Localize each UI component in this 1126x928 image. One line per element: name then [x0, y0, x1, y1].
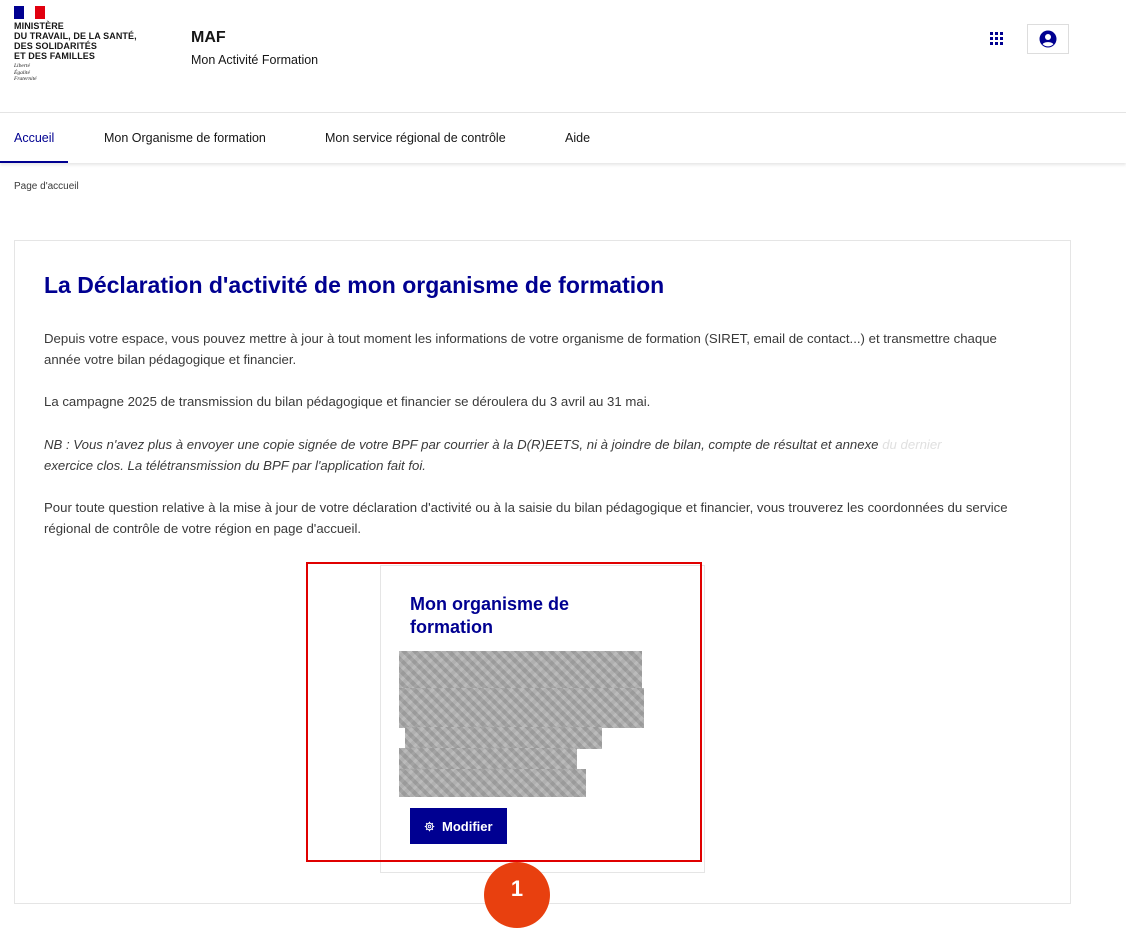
nav-item-accueil[interactable]: Accueil: [0, 113, 69, 163]
marianne-flag-icon: [14, 6, 45, 19]
modify-button[interactable]: Modifier: [410, 808, 507, 844]
step-number: 1: [510, 876, 524, 901]
service-brand[interactable]: MAF Mon Activité Formation: [191, 29, 318, 67]
nb-text-continued: exercice clos. La télétransmission du BP…: [44, 458, 426, 473]
step-badge: 1: [484, 862, 550, 928]
redacted-info: [399, 769, 586, 797]
modify-button-label: Modifier: [442, 818, 493, 834]
site-header: MINISTÈRE DU TRAVAIL, DE LA SANTÉ, DES S…: [0, 0, 1126, 113]
redacted-info: [399, 651, 642, 689]
user-account-icon: [1039, 30, 1057, 48]
redacted-info: [399, 688, 644, 728]
organisme-tile: Mon organisme de formation Modifier: [380, 565, 705, 873]
main-navigation: Accueil Mon Organisme de formation Mon s…: [0, 113, 1126, 163]
nb-paragraph: NB : Vous n'avez plus à envoyer une copi…: [44, 434, 1034, 476]
page-title: La Déclaration d'activité de mon organis…: [44, 272, 665, 298]
intro-paragraph: Depuis votre espace, vous pouvez mettre …: [44, 331, 997, 367]
nav-item-service-regional[interactable]: Mon service régional de contrôle: [325, 113, 506, 163]
service-title: MAF: [191, 29, 226, 46]
ministry-logo[interactable]: MINISTÈRE DU TRAVAIL, DE LA SANTÉ, DES S…: [14, 6, 154, 96]
nav-item-mon-organisme[interactable]: Mon Organisme de formation: [104, 113, 266, 163]
ministry-name: MINISTÈRE DU TRAVAIL, DE LA SANTÉ, DES S…: [14, 21, 137, 61]
service-tagline: Mon Activité Formation: [191, 53, 319, 67]
gear-icon: [424, 821, 435, 831]
account-button[interactable]: [1027, 24, 1069, 54]
republic-devise: Liberté Égalité Fraternité: [14, 63, 37, 82]
nav-item-aide[interactable]: Aide: [565, 113, 590, 163]
tile-title: Mon organisme de formation: [410, 594, 570, 637]
nb-text: NB : Vous n'avez plus à envoyer une copi…: [44, 437, 879, 452]
nb-text-faded: du dernier: [882, 437, 942, 452]
redacted-info: [405, 727, 602, 749]
contact-paragraph: Pour toute question relative à la mise à…: [44, 500, 1008, 536]
breadcrumb[interactable]: Page d'accueil: [14, 181, 79, 192]
campaign-paragraph: La campagne 2025 de transmission du bila…: [44, 394, 651, 409]
grid-apps-icon: [989, 31, 1003, 45]
redacted-info: [399, 748, 577, 770]
apps-menu-button[interactable]: [984, 26, 1008, 50]
